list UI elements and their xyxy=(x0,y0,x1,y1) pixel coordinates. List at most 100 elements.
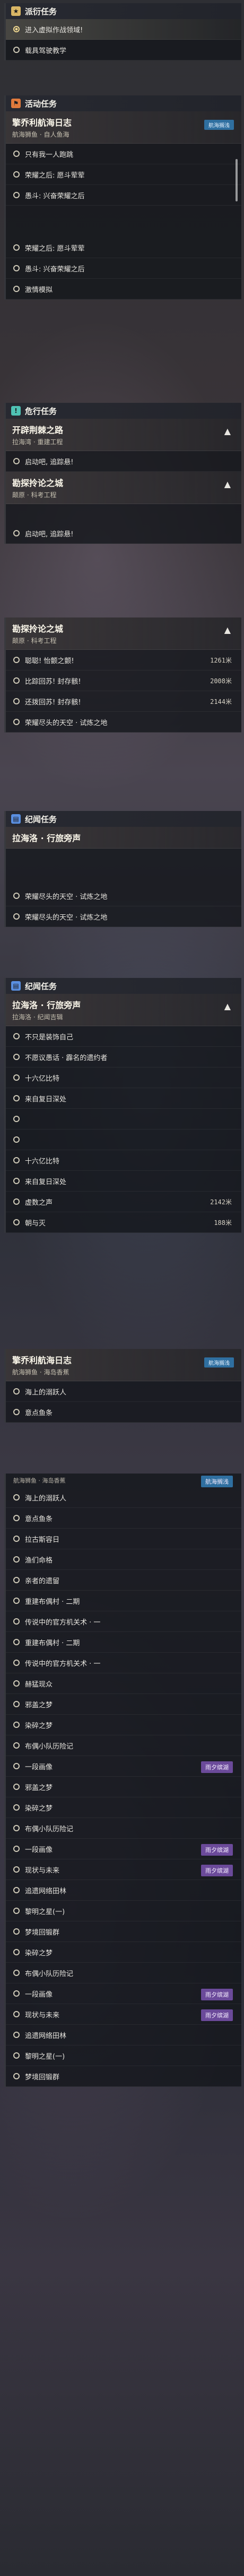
quest-header[interactable]: 拉海洛 · 行旅旁声 xyxy=(6,827,241,849)
list-item[interactable]: 渔们命格 xyxy=(6,1549,241,1570)
radio-icon xyxy=(13,1033,20,1039)
event-badge: 雨夕缤湖 xyxy=(201,1844,233,1856)
list-item[interactable]: 虚数之声 2142米 xyxy=(6,1192,241,1212)
list-item[interactable] xyxy=(6,1130,241,1150)
item-label: 布偶小队历险记 xyxy=(25,1825,74,1833)
radio-icon xyxy=(13,1866,20,1873)
quest-header[interactable]: 擎乔利航海日志 航海狮鱼 · 海岛香蕉 航海搁浅 xyxy=(6,1349,241,1381)
list-item[interactable]: 十六亿比特 xyxy=(6,1150,241,1171)
list-item[interactable]: 启动吧, 追踪悬! xyxy=(6,451,241,472)
list-item[interactable]: 意点鱼条 xyxy=(6,1402,241,1423)
quest-header[interactable]: 擎乔利航海日志 航海狮鱼 · 自人鱼海 航海搁浅 xyxy=(6,111,241,144)
list-item[interactable]: 染碎之梦 xyxy=(6,1942,241,1963)
list-item[interactable]: 黎明之星(一) xyxy=(6,2045,241,2066)
item-label: 只有我一人跑跳 xyxy=(25,151,74,159)
list-item[interactable]: 布偶小队历险记 xyxy=(6,1735,241,1756)
list-item[interactable]: 不愿议愚话 · 霹名的遗约者 xyxy=(6,1047,241,1068)
list-item[interactable]: 一段画像 雨夕缤湖 xyxy=(6,1839,241,1859)
chevron-up-icon[interactable]: ▲ xyxy=(224,479,231,489)
list-item[interactable]: 进入虚拟作战领域! xyxy=(6,19,241,40)
list-item[interactable]: 现状与未来 雨夕缤湖 xyxy=(6,2004,241,2025)
list-item[interactable]: 重建布偶村 · 二期 xyxy=(6,1632,241,1653)
list-item[interactable]: 只有我一人跑跳 xyxy=(6,144,241,164)
list-item[interactable]: 十六亿比特 xyxy=(6,1068,241,1088)
radio-icon xyxy=(13,1577,20,1583)
list-item[interactable]: 布偶小队历险记 xyxy=(6,1818,241,1839)
list-item[interactable]: 邪盖之梦 xyxy=(6,1694,241,1715)
item-label: 海上的溺跃人 xyxy=(25,1494,67,1503)
radio-icon xyxy=(13,1219,20,1225)
chevron-up-icon[interactable]: ▲ xyxy=(224,1001,231,1011)
item-label: 现状与未来 xyxy=(25,2011,60,2019)
quest-header[interactable]: 勘探拎论之城 颠原 · 科考工程 ▲ xyxy=(6,472,241,504)
list-item[interactable]: 梦境回锻群 xyxy=(6,2066,241,2087)
list-item[interactable]: 海上的溺跃人 xyxy=(6,1381,241,1402)
chronicle-panel: ▤ 纪闻任务 拉海洛 · 行旅旁声 荣耀尽头的天空 · 试炼之地 荣耀尽头的天空… xyxy=(4,811,241,927)
list-item[interactable]: 来自复日深处 xyxy=(6,1088,241,1109)
list-item[interactable]: 荣耀尽头的天空 · 试炼之地 xyxy=(6,712,241,733)
item-label: 拉古斯容日 xyxy=(25,1536,60,1544)
list-item[interactable] xyxy=(6,1109,241,1130)
list-item[interactable]: 染碎之梦 xyxy=(6,1797,241,1818)
list-item[interactable]: 愚斗: 兴奋荣耀之后 xyxy=(6,185,241,206)
list-item[interactable]: 追遗网络田林 xyxy=(6,1880,241,1901)
list-item[interactable]: 聪聪! 怡颤之颤! 1261米 xyxy=(6,650,241,671)
item-label: 聪聪! 怡颤之颤! xyxy=(25,657,74,665)
list-item[interactable]: 传说中的官方机关术 · 一 xyxy=(6,1653,241,1673)
item-label: 进入虚拟作战领域! xyxy=(25,26,83,34)
list-item[interactable]: 赫猛现众 xyxy=(6,1673,241,1694)
quest-header[interactable]: 开辟荆棘之路 拉海湾 · 重建工程 ▲ xyxy=(6,419,241,451)
list-item[interactable]: 重建布偶村 · 二期 xyxy=(6,1591,241,1611)
list-item[interactable]: 来自复日深处 xyxy=(6,1171,241,1192)
scrollbar[interactable] xyxy=(236,159,238,201)
quest-subtitle: 航海狮鱼 · 海岛香蕉 xyxy=(12,1369,69,1376)
radio-icon xyxy=(13,1825,20,1831)
list-item[interactable]: 朝与灭 188米 xyxy=(6,1212,241,1233)
list-item[interactable]: 拉古斯容日 xyxy=(6,1529,241,1549)
section-header: ⚑ 活动任务 xyxy=(6,95,241,111)
list-item[interactable]: 邪盖之梦 xyxy=(6,1777,241,1797)
item-label: 来自复日深处 xyxy=(25,1095,67,1104)
radio-icon xyxy=(13,171,20,178)
list-item[interactable]: 比踪回苏! 封存骸! 2008米 xyxy=(6,671,241,691)
list-item[interactable]: 布偶小队历险记 xyxy=(6,1963,241,1983)
list-item[interactable]: 激情模拟 xyxy=(6,279,241,299)
item-label: 梦境回锻群 xyxy=(25,2073,60,2081)
item-label: 不愿议愚话 · 霹名的遗约者 xyxy=(25,1054,108,1062)
list-item[interactable]: 启动吧, 追踪悬! xyxy=(6,523,241,544)
list-item[interactable]: 追遗网络田林 xyxy=(6,2025,241,2045)
radio-icon xyxy=(13,2011,20,2017)
list-item[interactable]: 黎明之星(一) xyxy=(6,1901,241,1921)
list-item[interactable]: 一段画像 雨夕缤湖 xyxy=(6,1983,241,2004)
list-item[interactable]: 载具驾驶教学 xyxy=(6,40,241,60)
list-item[interactable]: 一段画像 雨夕缤湖 xyxy=(6,1756,241,1777)
radio-icon xyxy=(13,1990,20,1997)
chevron-up-icon[interactable]: ▲ xyxy=(224,625,231,635)
quest-title: 擎乔利航海日志 xyxy=(12,118,72,128)
quest-header[interactable]: 拉海洛 · 行旅旁声 拉海洛 · 纪闻吉辑 ▲ xyxy=(6,994,241,1026)
list-item[interactable]: 海上的溺跃人 xyxy=(6,1487,241,1508)
list-item[interactable]: 染碎之梦 xyxy=(6,1715,241,1735)
list-item[interactable]: 梦境回锻群 xyxy=(6,1921,241,1942)
list-item[interactable]: 传说中的官方机关术 · 一 xyxy=(6,1611,241,1632)
list-item[interactable]: 荣耀之后: 愿斗荤荤 xyxy=(6,237,241,258)
radio-icon xyxy=(13,1928,20,1935)
list-item[interactable]: 还拨回苏! 封存骸! 2144米 xyxy=(6,691,241,712)
chevron-up-icon[interactable]: ▲ xyxy=(224,426,231,436)
quest-subtitle: 航海狮鱼 · 自人鱼海 xyxy=(12,131,69,138)
quest-header[interactable]: 勘探拎论之城 颠原 · 科考工程 ▲ xyxy=(6,617,241,650)
list-item[interactable]: 意点鱼条 xyxy=(6,1508,241,1529)
list-item[interactable]: 现状与未来 雨夕缤湖 xyxy=(6,1859,241,1880)
list-item[interactable]: 荣耀之后: 愿斗荤荤 xyxy=(6,164,241,185)
list-item[interactable]: 亲者的遗留 xyxy=(6,1570,241,1591)
radio-icon xyxy=(13,1804,20,1811)
list-item[interactable]: 不只是装饰自己 xyxy=(6,1026,241,1047)
item-label: 还拨回苏! 封存骸! xyxy=(25,698,81,707)
radio-icon xyxy=(13,1598,20,1604)
event-task-panel: ⚑ 活动任务 擎乔利航海日志 航海狮鱼 · 自人鱼海 航海搁浅 只有我一人跑跳 … xyxy=(4,95,241,299)
list-item[interactable]: 荣耀尽头的天空 · 试炼之地 xyxy=(6,906,241,927)
list-item[interactable]: 荣耀尽头的天空 · 试炼之地 xyxy=(6,886,241,906)
event-tag: 航海搁浅 xyxy=(204,120,234,130)
list-item[interactable]: 愚斗: 兴奋荣耀之后 xyxy=(6,258,241,279)
item-label: 邪盖之梦 xyxy=(25,1701,53,1709)
